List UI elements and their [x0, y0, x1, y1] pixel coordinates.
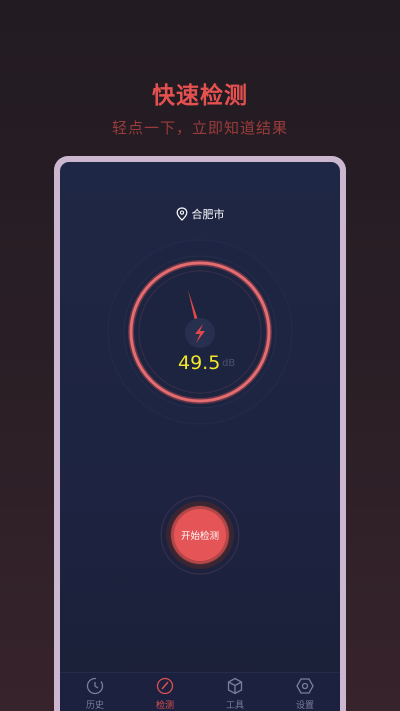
tab-label: 设置 [295, 701, 314, 711]
tab-settings[interactable]: 设置 [270, 673, 340, 711]
lightning-icon [185, 318, 215, 348]
tab-label: 检测 [155, 701, 174, 711]
history-icon [86, 677, 104, 695]
tab-detect[interactable]: 检测 [130, 673, 200, 711]
start-detect-button[interactable]: 开始检测 [174, 509, 226, 561]
app-screen: 合肥市 49.5 dB 开始检测 历史 检测 工具 设置 [60, 162, 340, 711]
decibel-unit: dB [222, 358, 236, 369]
cube-icon [226, 677, 244, 695]
bottom-tab-bar: 历史 检测 工具 设置 [60, 672, 340, 711]
start-button-ring: 开始检测 [160, 495, 240, 575]
gauge-icon [156, 677, 174, 695]
tab-tools[interactable]: 工具 [200, 673, 270, 711]
tab-label: 工具 [225, 701, 244, 711]
location-city: 合肥市 [191, 208, 225, 221]
location-bar[interactable]: 合肥市 [60, 206, 340, 222]
hex-settings-icon [296, 677, 314, 695]
tab-label: 历史 [85, 701, 104, 711]
decibel-reading: 49.5 [178, 352, 221, 374]
tab-history[interactable]: 历史 [60, 673, 130, 711]
location-pin-icon [176, 207, 188, 221]
page-subtitle: 轻点一下，立即知道结果 [111, 119, 288, 137]
decibel-gauge [106, 238, 294, 426]
page-title: 快速检测 [152, 83, 248, 109]
phone-mockup: 合肥市 49.5 dB 开始检测 历史 检测 工具 设置 [54, 156, 346, 711]
